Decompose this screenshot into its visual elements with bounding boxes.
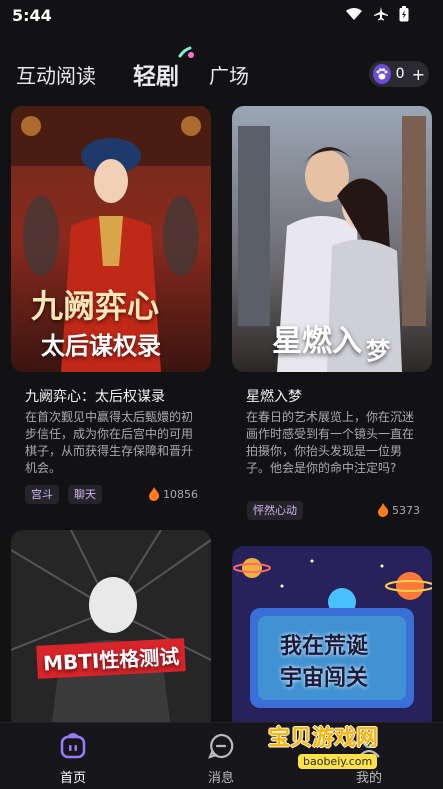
watermark-text: 宝贝游戏网 [268,726,379,751]
add-points-button[interactable]: + [412,65,425,84]
points-pill[interactable]: 0 + [369,61,429,87]
cover-title: 我在荒诞 [280,634,369,659]
watermark: 宝贝游戏网 baobeiy.com [258,716,408,780]
tab-light-drama[interactable]: 轻剧 [133,57,179,91]
home-icon [60,733,86,759]
story-card-cover[interactable]: 我在荒诞 宇宙闯关 [232,546,432,730]
points-count: 0 [395,66,405,82]
tab-interactive-reading[interactable]: 互动阅读 [16,60,96,89]
story-title[interactable]: 星燃入梦 [246,386,302,406]
nav-home[interactable]: 首页 [38,733,108,786]
story-description: 在首次觐见中赢得太后甄嬛的初步信任，成为你在后宫中的可用棋子，从而获得生存保障和… [25,410,194,475]
flame-icon [378,503,389,517]
active-tab-indicator [178,46,194,58]
battery-icon [399,6,409,22]
cover-title: 星燃入 [272,324,362,359]
story-title[interactable]: 九阙弈心：太后权谋录 [25,386,165,406]
cover-title-end: 梦 [366,337,390,365]
story-card-cover[interactable]: 九阙弈心 太后谋权录 [11,106,211,372]
status-icons [345,6,409,22]
watermark-url: baobeiy.com [298,754,378,769]
cover-title: MBTI性格测试 [42,644,180,676]
status-bar: 5:44 [0,0,443,32]
airplane-icon [374,7,388,21]
tag-chip[interactable]: 怦然心动 [247,501,303,520]
top-nav: 互动阅读 轻剧 广场 0 + [0,46,443,96]
nav-messages-label: 消息 [207,771,234,786]
tab-square[interactable]: 广场 [209,60,249,89]
heat-count: 5373 [377,503,420,517]
cover-subtitle: 太后谋权录 [41,332,161,360]
message-icon [208,733,234,759]
heat-count: 10856 [148,487,198,501]
heat-value: 10856 [163,487,198,501]
cover-title: 九阙弈心 [31,287,160,325]
nav-home-label: 首页 [59,771,86,786]
story-description: 在春日的艺术展览上，你在沉迷画作时感受到有一个镜头一直在拍摄你，你抬头发现是一位… [246,410,415,475]
paw-icon [373,64,391,84]
story-card-cover[interactable]: 星燃入 梦 [232,106,432,372]
tag-chip[interactable]: 聊天 [68,485,102,504]
wifi-icon [346,7,362,20]
heat-value: 5373 [392,503,420,517]
status-time: 5:44 [12,6,52,25]
story-card-cover[interactable]: MBTI性格测试 [11,530,211,730]
nav-messages[interactable]: 消息 [186,733,256,786]
cover-image [11,530,211,730]
flame-icon [149,487,160,501]
tag-chip[interactable]: 宫斗 [25,485,59,504]
cover-subtitle: 宇宙闯关 [280,666,369,691]
